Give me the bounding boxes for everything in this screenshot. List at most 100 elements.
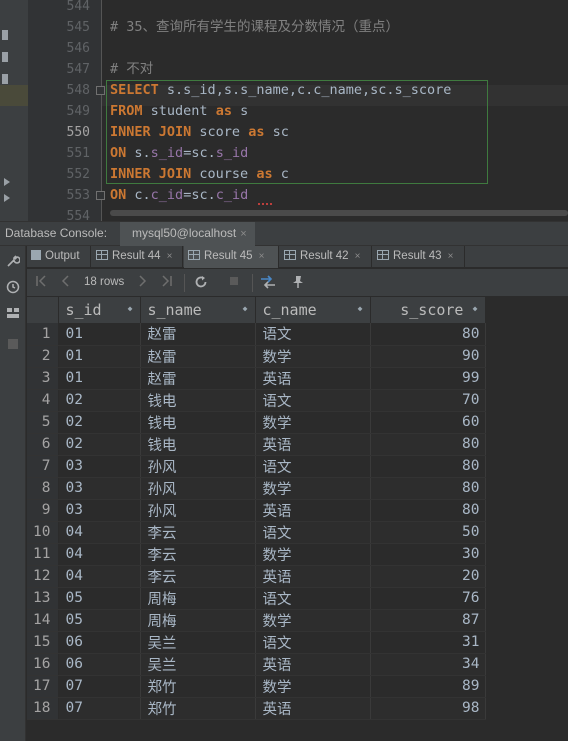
table-row[interactable]: 3 01 赵雷 英语 99 — [27, 367, 487, 390]
cell-s-name[interactable]: 赵雷 — [140, 345, 257, 368]
history-icon[interactable] — [5, 280, 21, 296]
table-row[interactable]: 14 05 周梅 数学 87 — [27, 609, 487, 632]
cell-s-id[interactable]: 02 — [58, 389, 142, 412]
cell-c-name[interactable]: 英语 — [255, 367, 372, 390]
layout-icon[interactable] — [5, 306, 21, 322]
close-icon[interactable]: × — [448, 251, 454, 262]
cell-s-name[interactable]: 周梅 — [140, 609, 257, 632]
cell-s-name[interactable]: 郑竹 — [140, 697, 257, 720]
cell-c-name[interactable]: 语文 — [255, 389, 372, 412]
sort-icon[interactable]: ◆ — [128, 304, 133, 313]
cell-c-name[interactable]: 语文 — [255, 323, 372, 346]
cell-s-score[interactable]: 34 — [370, 653, 487, 676]
next-page-icon[interactable] — [137, 275, 149, 291]
table-row[interactable]: 12 04 李云 英语 20 — [27, 565, 487, 588]
sort-icon[interactable]: ◆ — [358, 304, 363, 313]
cell-s-id[interactable]: 06 — [58, 631, 142, 654]
prev-page-icon[interactable] — [59, 275, 71, 291]
cell-s-name[interactable]: 钱电 — [140, 433, 257, 456]
cell-s-id[interactable]: 04 — [58, 565, 142, 588]
cell-s-score[interactable]: 31 — [370, 631, 487, 654]
close-icon[interactable]: × — [240, 228, 246, 240]
cell-s-name[interactable]: 周梅 — [140, 587, 257, 610]
fold-icon[interactable] — [96, 191, 105, 200]
cell-c-name[interactable]: 语文 — [255, 455, 372, 478]
console-tab[interactable]: mysql50@localhost × — [120, 222, 255, 246]
horizontal-scrollbar[interactable] — [110, 210, 568, 216]
table-row[interactable]: 8 03 孙风 数学 80 — [27, 477, 487, 500]
cell-c-name[interactable]: 语文 — [255, 521, 372, 544]
table-row[interactable]: 10 04 李云 语文 50 — [27, 521, 487, 544]
cell-s-id[interactable]: 03 — [58, 499, 142, 522]
sort-icon[interactable]: ◆ — [473, 304, 478, 313]
table-row[interactable]: 18 07 郑竹 英语 98 — [27, 697, 487, 720]
cell-s-score[interactable]: 98 — [370, 697, 487, 720]
cell-s-id[interactable]: 07 — [58, 697, 142, 720]
cell-s-score[interactable]: 80 — [370, 499, 487, 522]
cell-s-id[interactable]: 02 — [58, 433, 142, 456]
cell-c-name[interactable]: 英语 — [255, 653, 372, 676]
table-row[interactable]: 13 05 周梅 语文 76 — [27, 587, 487, 610]
result-grid[interactable]: s_id ◆ s_name ◆ c_name ◆ s_score ◆ 1 01 赵雷 语文 80… — [27, 297, 568, 741]
fold-icon[interactable] — [96, 86, 105, 95]
refresh-icon[interactable] — [193, 275, 209, 291]
cell-s-id[interactable]: 02 — [58, 411, 142, 434]
cell-c-name[interactable]: 数学 — [255, 477, 372, 500]
table-row[interactable]: 2 01 赵雷 数学 90 — [27, 345, 487, 368]
cell-s-score[interactable]: 89 — [370, 675, 487, 698]
table-row[interactable]: 17 07 郑竹 数学 89 — [27, 675, 487, 698]
cell-s-id[interactable]: 06 — [58, 653, 142, 676]
column-header-c-name[interactable]: c_name ◆ — [255, 297, 372, 323]
expand-arrow-icon[interactable] — [4, 194, 10, 202]
first-page-icon[interactable] — [35, 275, 47, 291]
table-row[interactable]: 11 04 李云 数学 30 — [27, 543, 487, 566]
cell-s-id[interactable]: 04 — [58, 543, 142, 566]
tab-result-42[interactable]: Result 42 × — [280, 246, 372, 268]
close-icon[interactable]: × — [167, 251, 173, 262]
cell-s-id[interactable]: 01 — [58, 367, 142, 390]
cell-s-id[interactable]: 03 — [58, 455, 142, 478]
cell-c-name[interactable]: 数学 — [255, 345, 372, 368]
tab-result-45[interactable]: Result 45 × — [184, 246, 279, 268]
wrench-icon[interactable] — [5, 254, 21, 270]
cell-s-name[interactable]: 孙风 — [140, 455, 257, 478]
cell-s-name[interactable]: 李云 — [140, 565, 257, 588]
stop-icon[interactable] — [227, 275, 241, 291]
cell-s-id[interactable]: 07 — [58, 675, 142, 698]
cell-s-name[interactable]: 郑竹 — [140, 675, 257, 698]
cell-s-score[interactable]: 80 — [370, 477, 487, 500]
last-page-icon[interactable] — [161, 275, 173, 291]
cell-s-score[interactable]: 30 — [370, 543, 487, 566]
column-header-s-score[interactable]: s_score ◆ — [370, 297, 487, 323]
cell-s-id[interactable]: 01 — [58, 345, 142, 368]
cell-s-name[interactable]: 李云 — [140, 521, 257, 544]
cell-s-score[interactable]: 20 — [370, 565, 487, 588]
cell-s-id[interactable]: 05 — [58, 609, 142, 632]
cell-s-name[interactable]: 吴兰 — [140, 631, 257, 654]
cell-s-score[interactable]: 70 — [370, 389, 487, 412]
tab-result-44[interactable]: Result 44 × — [92, 246, 183, 268]
cell-s-score[interactable]: 87 — [370, 609, 487, 632]
cell-c-name[interactable]: 数学 — [255, 675, 372, 698]
cell-s-name[interactable]: 孙风 — [140, 499, 257, 522]
cell-s-name[interactable]: 赵雷 — [140, 323, 257, 346]
table-row[interactable]: 16 06 吴兰 英语 34 — [27, 653, 487, 676]
cell-s-name[interactable]: 赵雷 — [140, 367, 257, 390]
cell-c-name[interactable]: 数学 — [255, 543, 372, 566]
cell-s-id[interactable]: 03 — [58, 477, 142, 500]
table-row[interactable]: 15 06 吴兰 语文 31 — [27, 631, 487, 654]
close-icon[interactable]: × — [259, 251, 265, 262]
tab-output[interactable]: Output — [27, 246, 91, 268]
compare-icon[interactable] — [259, 275, 277, 291]
table-row[interactable]: 6 02 钱电 英语 80 — [27, 433, 487, 456]
cell-s-name[interactable]: 钱电 — [140, 411, 257, 434]
pin-icon[interactable] — [291, 275, 305, 291]
cell-c-name[interactable]: 英语 — [255, 433, 372, 456]
table-row[interactable]: 1 01 赵雷 语文 80 — [27, 323, 487, 346]
cell-s-id[interactable]: 01 — [58, 323, 142, 346]
cell-s-id[interactable]: 05 — [58, 587, 142, 610]
table-row[interactable]: 9 03 孙风 英语 80 — [27, 499, 487, 522]
stop-icon[interactable] — [5, 338, 21, 354]
cell-s-name[interactable]: 钱电 — [140, 389, 257, 412]
sql-editor[interactable]: 544 545 546 547 548 549 550 551 552 553 … — [0, 0, 568, 221]
